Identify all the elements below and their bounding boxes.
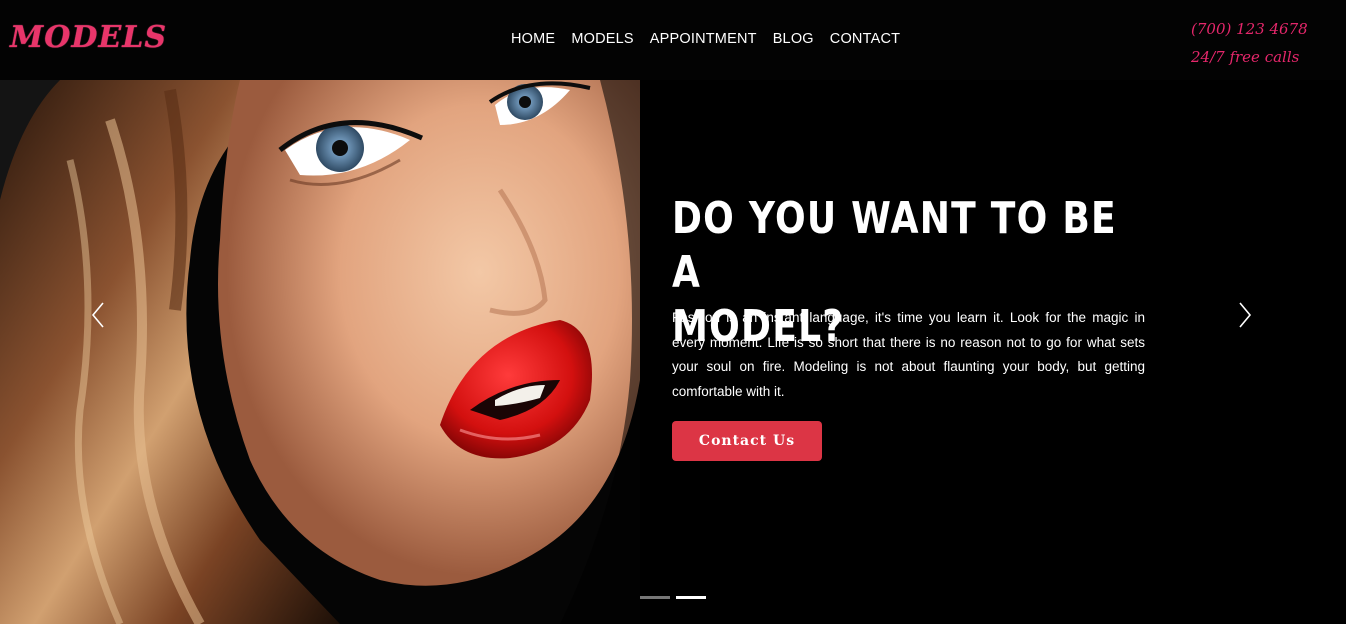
contact-phone-block: (700) 123 4678 24/7 free calls <box>1191 15 1308 71</box>
site-logo[interactable]: MODELS <box>10 20 167 55</box>
chevron-right-icon <box>1239 302 1252 328</box>
hero-model-photo <box>0 80 640 624</box>
nav-contact[interactable]: CONTACT <box>830 31 900 47</box>
headline-line-1: DO YOU WANT TO BE A <box>672 193 1117 298</box>
carousel-prev-button[interactable] <box>86 300 110 330</box>
carousel-indicator-1[interactable] <box>640 596 670 599</box>
chevron-left-icon <box>91 302 104 328</box>
nav-appointment[interactable]: APPOINTMENT <box>650 31 757 47</box>
carousel-indicator-2[interactable] <box>676 596 706 599</box>
main-nav: HOME MODELS APPOINTMENT BLOG CONTACT <box>511 31 916 47</box>
contact-us-button[interactable]: Contact Us <box>672 421 822 461</box>
hero-carousel: DO YOU WANT TO BE A MODEL? Fashion is an… <box>0 80 1346 624</box>
nav-blog[interactable]: BLOG <box>773 31 814 47</box>
hero-description: Fashion is an instant language, it's tim… <box>672 310 1145 399</box>
site-header: MODELS HOME MODELS APPOINTMENT BLOG CONT… <box>0 0 1346 80</box>
nav-home[interactable]: HOME <box>511 31 555 47</box>
phone-number[interactable]: (700) 123 4678 <box>1191 15 1308 43</box>
carousel-next-button[interactable] <box>1233 300 1257 330</box>
carousel-indicators <box>640 596 706 599</box>
nav-models[interactable]: MODELS <box>571 31 633 47</box>
phone-note: 24/7 free calls <box>1191 48 1300 66</box>
